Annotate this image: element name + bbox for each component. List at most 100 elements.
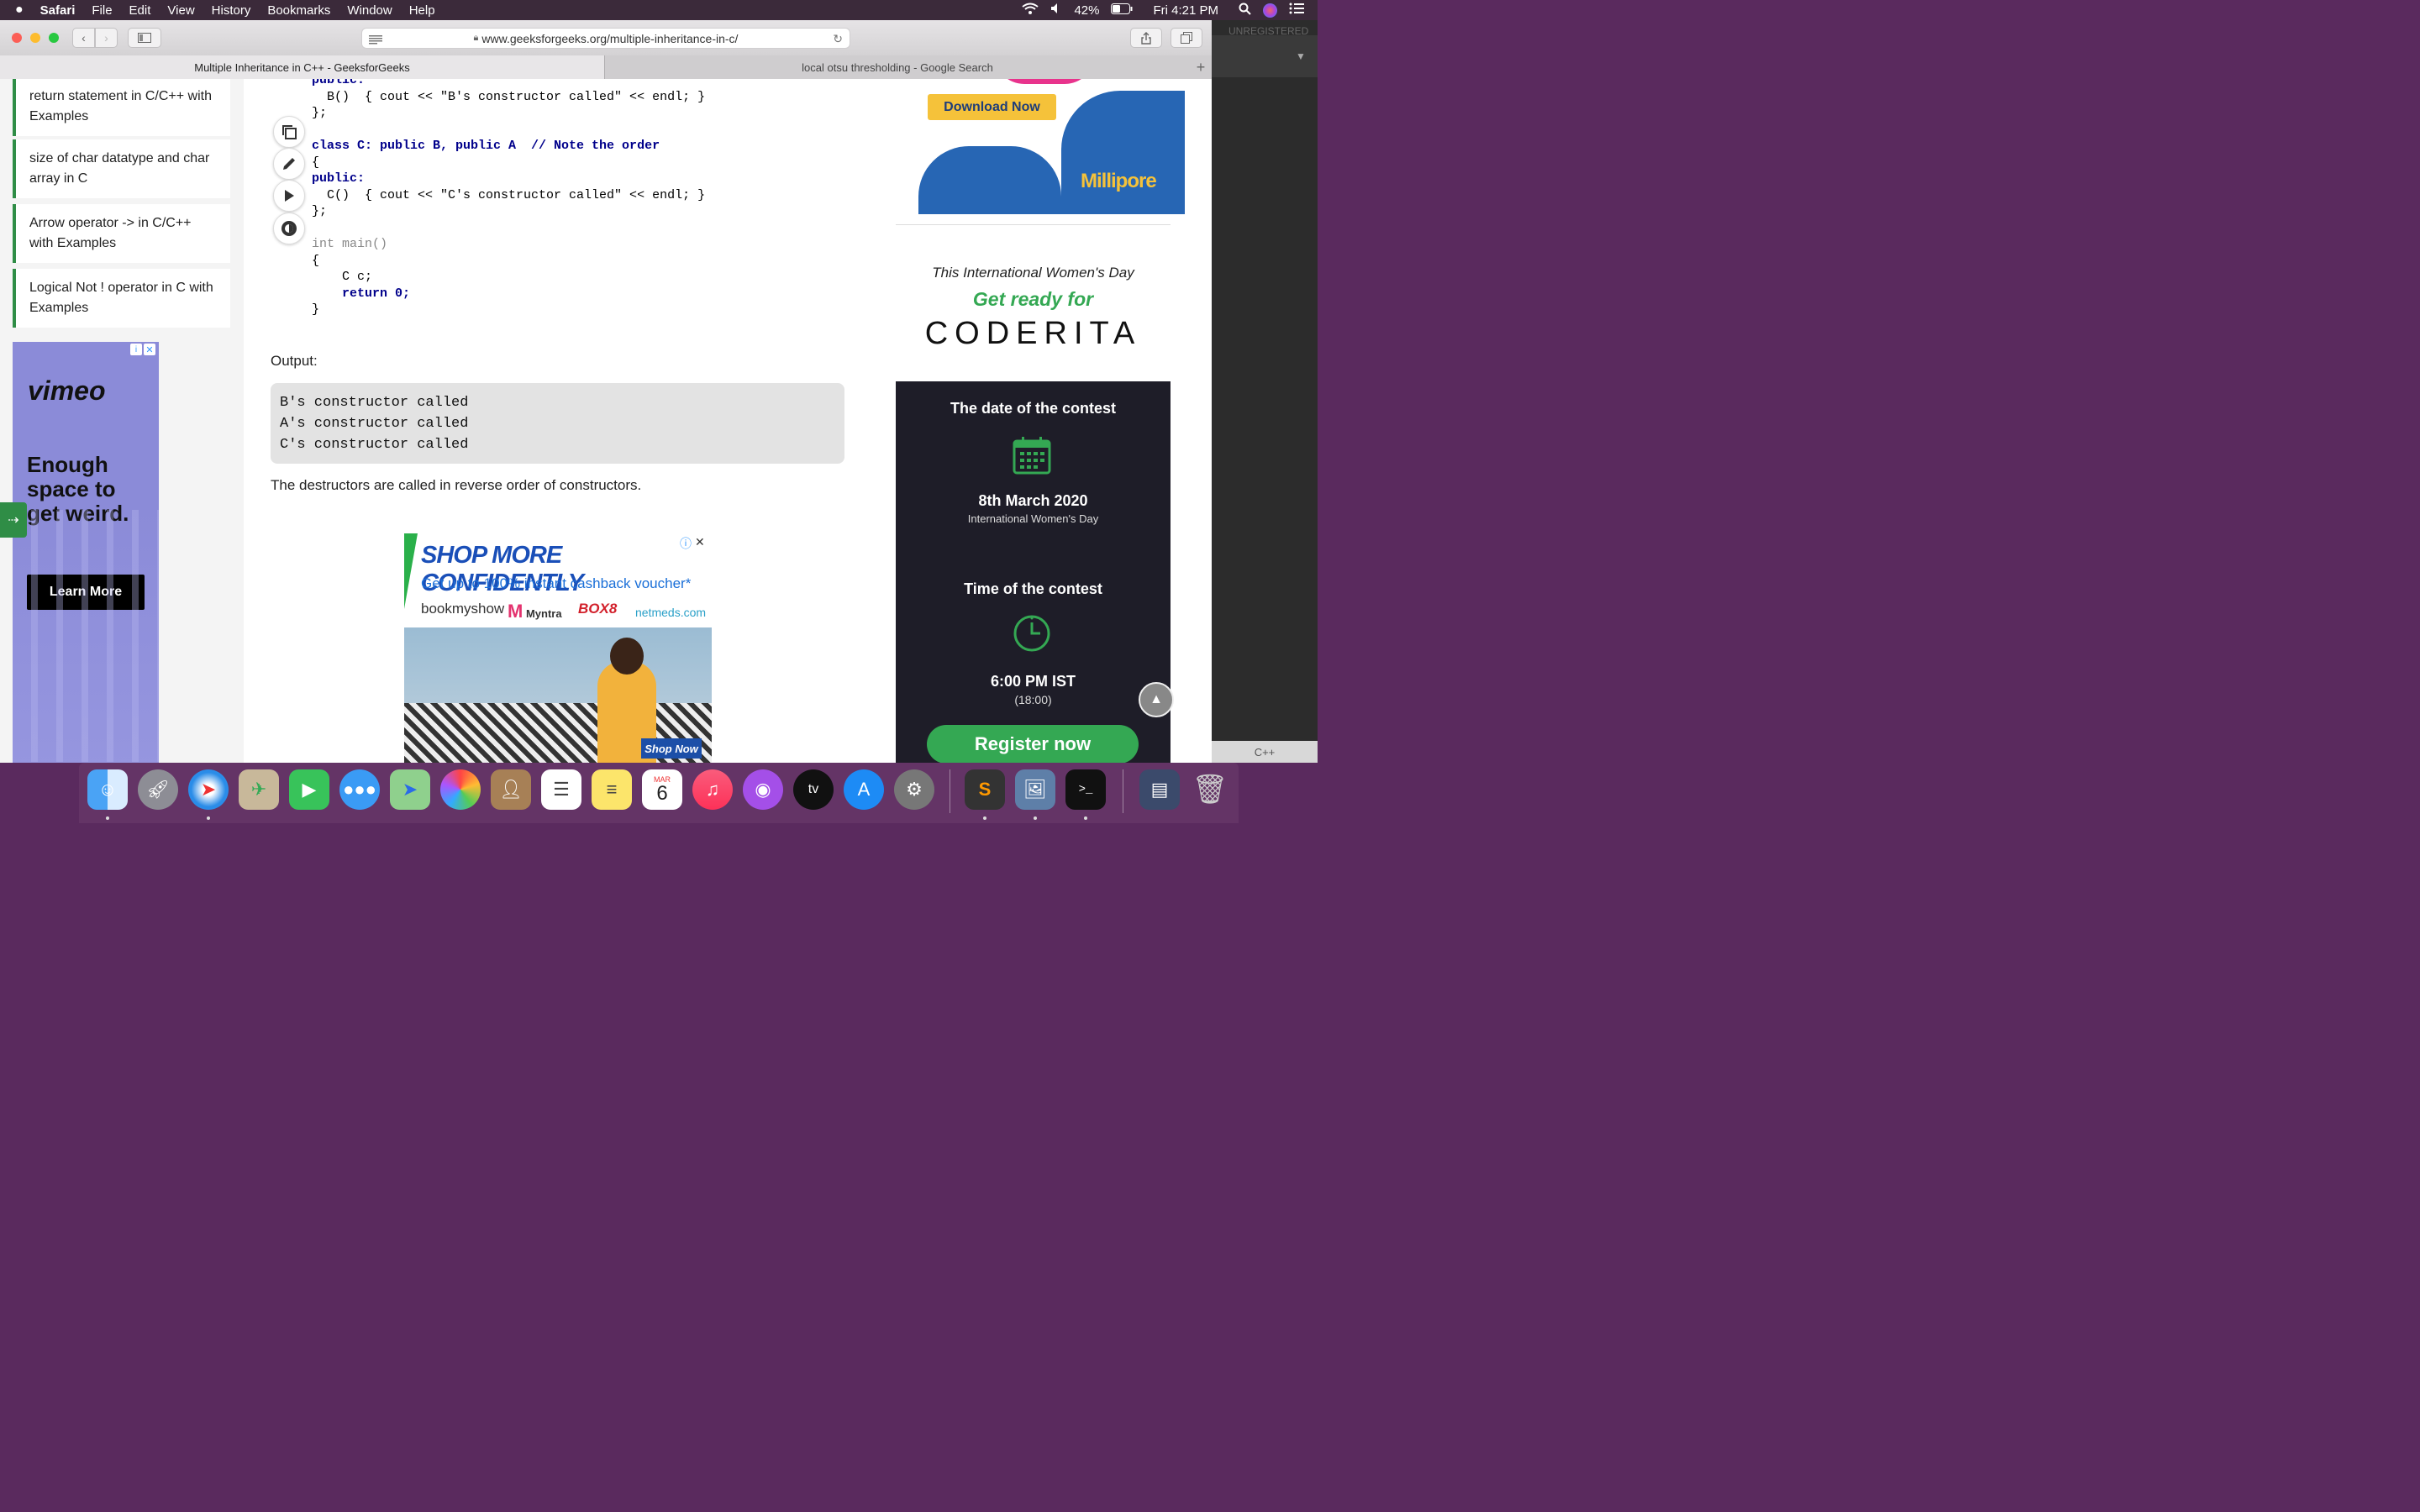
ad-pattern bbox=[13, 510, 159, 762]
arrow-up-icon: ▲ bbox=[1150, 692, 1163, 706]
new-tab-button[interactable]: + bbox=[1190, 55, 1212, 79]
share-button[interactable] bbox=[1130, 28, 1162, 48]
millipore-ad[interactable]: Download Now Millipore bbox=[910, 79, 1185, 214]
notes-icon[interactable]: ≡ bbox=[592, 769, 632, 810]
background-editor-window: UNREGISTERED ▼ C++ bbox=[1212, 20, 1318, 763]
chevron-left-icon: ‹ bbox=[82, 31, 86, 45]
sublime-text-icon[interactable]: S bbox=[965, 769, 1005, 810]
code-line: C() { cout << "C's constructor called" <… bbox=[312, 187, 706, 202]
system-preferences-icon[interactable]: ⚙︎ bbox=[894, 769, 934, 810]
spotlight-search-icon[interactable] bbox=[1239, 3, 1251, 18]
finder-icon[interactable]: ☺ bbox=[87, 769, 128, 810]
sidebar-link-arrow-operator[interactable]: Arrow operator -> in C/C++ with Examples bbox=[13, 204, 230, 263]
toolbar: ‹ › 🔒︎ www.geeksforgeeks.org/multiple-in… bbox=[0, 20, 1212, 56]
edit-code-button[interactable] bbox=[273, 148, 305, 180]
menu-edit[interactable]: Edit bbox=[121, 3, 160, 18]
app-store-icon[interactable]: A bbox=[844, 769, 884, 810]
code-line: { bbox=[312, 155, 320, 170]
notification-center-icon[interactable] bbox=[1289, 3, 1304, 18]
toggle-theme-button[interactable] bbox=[273, 213, 305, 244]
facetime-icon[interactable]: ▶︎ bbox=[289, 769, 329, 810]
show-tabs-button[interactable] bbox=[1171, 28, 1202, 48]
reader-icon[interactable] bbox=[369, 34, 382, 47]
expand-sidebar-button[interactable]: ⇢ bbox=[0, 502, 27, 538]
zoom-window-button[interactable] bbox=[49, 33, 59, 43]
downloads-stack-icon[interactable]: ▤ bbox=[1139, 769, 1180, 810]
code-block: public: B() { cout << "B's constructor c… bbox=[312, 79, 850, 318]
code-line: int main() bbox=[312, 237, 388, 251]
address-bar[interactable]: 🔒︎ www.geeksforgeeks.org/multiple-inheri… bbox=[361, 28, 850, 49]
wifi-icon[interactable] bbox=[1022, 3, 1039, 18]
maps-icon[interactable]: ➤ bbox=[390, 769, 430, 810]
coderita-logo: CODERITA bbox=[924, 316, 1142, 351]
sidebar-toggle-button[interactable] bbox=[128, 28, 161, 48]
apple-tv-icon[interactable]: tv bbox=[793, 769, 834, 810]
coderita-ad[interactable]: This International Women's Day Get ready… bbox=[896, 242, 1171, 763]
download-now-button[interactable]: Download Now bbox=[928, 94, 1056, 120]
output-line: B's constructor called bbox=[280, 395, 469, 411]
trash-icon[interactable]: 🗑︎ bbox=[1190, 769, 1230, 810]
clock[interactable]: Fri 4:21 PM bbox=[1153, 3, 1218, 18]
menu-help[interactable]: Help bbox=[401, 3, 444, 18]
tabs-icon bbox=[1181, 32, 1192, 44]
brightness-icon bbox=[281, 221, 297, 236]
syntax-status[interactable]: C++ bbox=[1212, 741, 1318, 763]
sidebar-link-return-statement[interactable]: return statement in C/C++ with Examples bbox=[13, 79, 230, 136]
run-code-button[interactable] bbox=[273, 180, 305, 212]
safari-icon[interactable]: ➤ bbox=[188, 769, 229, 810]
siri-icon[interactable] bbox=[1263, 3, 1277, 18]
preview-icon[interactable]: 🖼︎ bbox=[1015, 769, 1055, 810]
running-indicator bbox=[1084, 816, 1087, 820]
play-icon bbox=[285, 190, 294, 202]
forward-button[interactable]: › bbox=[95, 28, 118, 48]
code-line: return 0; bbox=[312, 286, 411, 301]
ad-choices[interactable]: i ✕ bbox=[130, 344, 157, 357]
scroll-to-top-button[interactable]: ▲ bbox=[1139, 682, 1174, 717]
sidebar-link-logical-not[interactable]: Logical Not ! operator in C with Example… bbox=[13, 269, 230, 328]
photos-icon[interactable] bbox=[440, 769, 481, 810]
close-icon[interactable]: ✕ bbox=[144, 344, 155, 355]
menu-file[interactable]: File bbox=[83, 3, 120, 18]
vimeo-ad[interactable]: i ✕ vimeo Enough space to get weird. Lea… bbox=[13, 342, 159, 763]
info-icon[interactable]: i bbox=[130, 344, 142, 355]
volume-icon[interactable] bbox=[1050, 3, 1062, 18]
launchpad-icon[interactable]: 🚀︎ bbox=[138, 769, 178, 810]
tab-otsu-search[interactable]: local otsu thresholding - Google Search bbox=[605, 55, 1190, 79]
podcasts-icon[interactable]: ◉ bbox=[743, 769, 783, 810]
register-now-button[interactable]: Register now bbox=[927, 725, 1139, 763]
messages-icon[interactable]: ●●● bbox=[339, 769, 380, 810]
running-indicator bbox=[207, 816, 210, 820]
tab-multiple-inheritance[interactable]: Multiple Inheritance in C++ - GeeksforGe… bbox=[0, 55, 605, 79]
app-menu[interactable]: Safari bbox=[32, 3, 84, 18]
copy-icon bbox=[282, 125, 297, 139]
sidebar-link-size-of-char[interactable]: size of char datatype and char array in … bbox=[13, 139, 230, 198]
output-line: A's constructor called bbox=[280, 416, 469, 432]
running-indicator bbox=[1034, 816, 1037, 820]
battery-percent: 42% bbox=[1074, 3, 1100, 18]
code-line: public: bbox=[312, 171, 366, 186]
copy-code-button[interactable] bbox=[273, 116, 305, 148]
chevron-down-icon[interactable]: ▼ bbox=[1296, 50, 1306, 62]
terminal-icon[interactable]: >_ bbox=[1065, 769, 1106, 810]
millipore-logo: Millipore bbox=[1081, 170, 1157, 192]
minimize-window-button[interactable] bbox=[30, 33, 40, 43]
shop-ad[interactable]: ⓘ ✕ SHOP MORE CONFIDENTLY Get up to 100% … bbox=[404, 533, 712, 763]
close-window-button[interactable] bbox=[12, 33, 22, 43]
apple-menu-icon[interactable]: ● bbox=[0, 3, 32, 18]
reminders-icon[interactable]: ☰ bbox=[541, 769, 581, 810]
reload-icon[interactable]: ↻ bbox=[833, 32, 843, 46]
contacts-icon[interactable]: 👤︎ bbox=[491, 769, 531, 810]
shop-now-button[interactable]: Shop Now bbox=[641, 738, 702, 759]
menu-window[interactable]: Window bbox=[339, 3, 400, 18]
music-icon[interactable]: ♫ bbox=[692, 769, 733, 810]
menu-history[interactable]: History bbox=[203, 3, 260, 18]
calendar-app-icon[interactable]: MAR 6 bbox=[642, 769, 682, 810]
menu-bookmarks[interactable]: Bookmarks bbox=[259, 3, 339, 18]
battery-icon[interactable] bbox=[1111, 3, 1133, 18]
myntra-logo-icon: M bbox=[508, 601, 523, 622]
calendar-icon bbox=[1012, 435, 1052, 480]
menu-view[interactable]: View bbox=[159, 3, 203, 18]
back-button[interactable]: ‹ bbox=[72, 28, 95, 48]
running-indicator bbox=[106, 816, 109, 820]
mail-icon[interactable]: ✈︎ bbox=[239, 769, 279, 810]
